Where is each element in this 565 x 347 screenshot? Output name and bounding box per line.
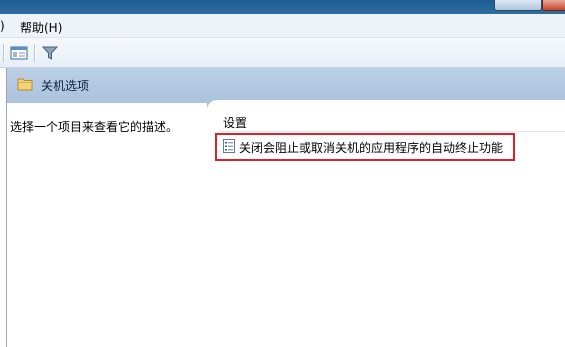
details-pane: 关机选项 选择一个项目来查看它的描述。 设置 关闭会阻止或取消关机的应用程序的自… bbox=[7, 68, 565, 347]
title-bar bbox=[0, 0, 565, 14]
description-text: 选择一个项目来查看它的描述。 bbox=[10, 120, 179, 134]
filter-icon[interactable] bbox=[40, 43, 60, 63]
menu-item-partial[interactable]: ) bbox=[0, 19, 5, 33]
settings-column-header[interactable]: 设置 bbox=[223, 114, 247, 131]
policy-setting-icon bbox=[223, 139, 235, 153]
maximize-button[interactable] bbox=[494, 0, 542, 11]
toolbar bbox=[0, 38, 565, 68]
description-panel: 选择一个项目来查看它的描述。 bbox=[7, 103, 207, 347]
setting-row[interactable]: 关闭会阻止或取消关机的应用程序的自动终止功能 bbox=[219, 136, 519, 156]
gpedit-window: ) 帮助(H) 关机选项 选择一个项目来查看它的描述。 设置 关闭会阻止或取消关… bbox=[0, 0, 565, 347]
close-button[interactable] bbox=[542, 0, 565, 11]
menu-bar: ) 帮助(H) bbox=[0, 14, 565, 38]
console-tree-pane bbox=[0, 68, 7, 347]
toolbar-separator bbox=[3, 44, 4, 62]
toolbar-separator bbox=[34, 44, 35, 62]
folder-icon bbox=[17, 77, 33, 91]
settings-list: 设置 关闭会阻止或取消关机的应用程序的自动终止功能 bbox=[207, 100, 565, 347]
column-divider bbox=[219, 131, 565, 132]
page-title: 关机选项 bbox=[41, 79, 90, 93]
properties-icon[interactable] bbox=[9, 43, 29, 63]
setting-label: 关闭会阻止或取消关机的应用程序的自动终止功能 bbox=[239, 141, 504, 155]
menu-item-help[interactable]: 帮助(H) bbox=[20, 19, 62, 36]
